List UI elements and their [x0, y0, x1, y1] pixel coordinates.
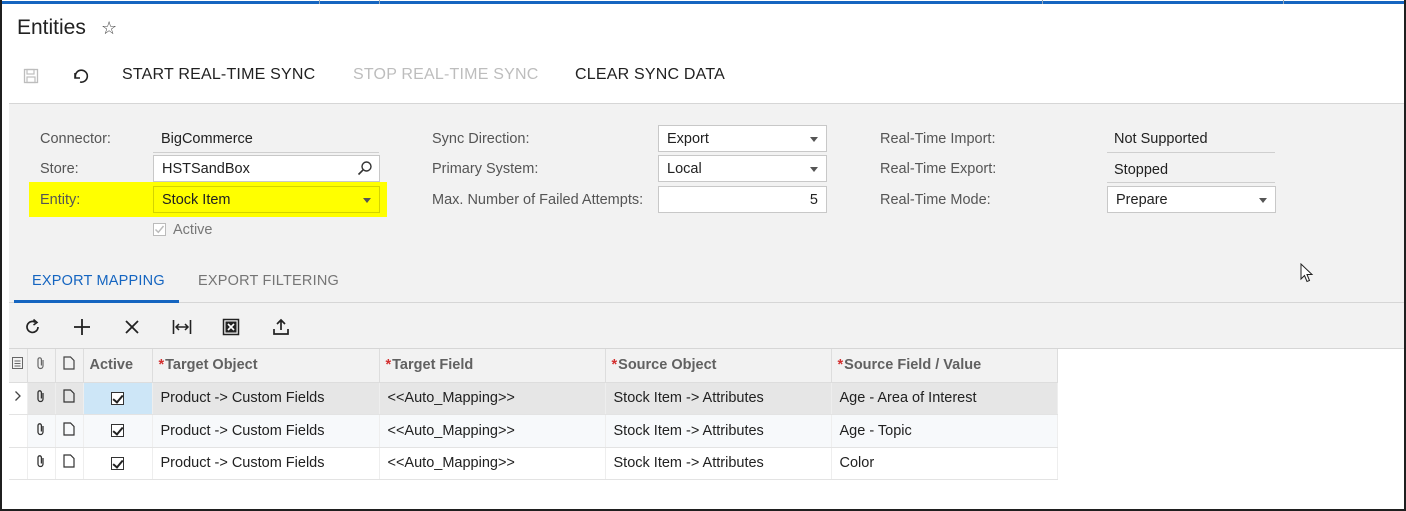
active-checkbox[interactable] — [83, 414, 153, 448]
dropdown-caret-icon — [810, 137, 818, 142]
active-label: Active — [173, 222, 213, 238]
file-icon[interactable] — [55, 414, 84, 448]
source-field-cell[interactable]: Age - Topic — [831, 414, 1058, 448]
dropdown-caret-icon — [363, 198, 371, 203]
table-row[interactable]: Product -> Custom Fields <<Auto_Mapping>… — [9, 447, 1058, 480]
source-object-cell[interactable]: Stock Item -> Attributes — [605, 447, 832, 480]
page-title: Entities — [17, 16, 86, 39]
file-icon[interactable] — [55, 382, 84, 415]
rt-export-label: Real-Time Export: — [880, 161, 997, 177]
target-object-cell[interactable]: Product -> Custom Fields — [152, 414, 380, 448]
save-icon[interactable] — [21, 66, 41, 86]
target-field-cell[interactable]: <<Auto_Mapping>> — [379, 447, 606, 480]
rt-import-value: Not Supported — [1114, 131, 1208, 147]
entity-label: Entity: — [40, 192, 81, 208]
active-checkbox[interactable] — [83, 382, 153, 415]
notes-header[interactable] — [9, 349, 28, 383]
store-value: HSTSandBox — [162, 161, 250, 177]
source-field-cell[interactable]: Color — [831, 447, 1058, 480]
grid-toolbar — [9, 303, 1404, 349]
entity-value: Stock Item — [162, 192, 231, 208]
source-object-column-header[interactable]: *Source Object — [605, 349, 832, 383]
store-field[interactable]: HSTSandBox — [153, 155, 380, 182]
tab-export-filtering[interactable]: EXPORT FILTERING — [198, 273, 339, 289]
table-row[interactable]: Product -> Custom Fields <<Auto_Mapping>… — [9, 382, 1058, 415]
connector-label: Connector: — [40, 131, 111, 147]
max-failed-attempts-value: 5 — [809, 192, 818, 208]
rt-mode-label: Real-Time Mode: — [880, 192, 991, 208]
sync-direction-select[interactable]: Export — [658, 125, 827, 152]
target-object-cell[interactable]: Product -> Custom Fields — [152, 382, 380, 415]
active-checkbox[interactable] — [83, 447, 153, 480]
target-object-cell[interactable]: Product -> Custom Fields — [152, 447, 380, 480]
target-object-column-header[interactable]: *Target Object — [152, 349, 380, 383]
rt-export-value: Stopped — [1114, 162, 1169, 178]
rt-mode-value: Prepare — [1116, 192, 1168, 208]
attachment-icon[interactable] — [27, 414, 56, 448]
source-field-cell[interactable]: Age - Area of Interest — [831, 382, 1058, 415]
grid-header-row: Active *Target Object *Target Field *Sou… — [9, 349, 1058, 383]
primary-system-select[interactable]: Local — [658, 155, 827, 182]
add-icon[interactable] — [71, 317, 93, 337]
expand-row-icon[interactable] — [9, 382, 28, 415]
target-field-cell[interactable]: <<Auto_Mapping>> — [379, 382, 606, 415]
entity-select[interactable]: Stock Item — [153, 186, 380, 213]
source-object-cell[interactable]: Stock Item -> Attributes — [605, 382, 832, 415]
stop-real-time-sync-button[interactable]: STOP REAL-TIME SYNC — [353, 66, 538, 84]
attachment-icon[interactable] — [27, 382, 56, 415]
target-field-column-header[interactable]: *Target Field — [379, 349, 606, 383]
primary-system-value: Local — [667, 161, 702, 177]
mapping-grid: Active *Target Object *Target Field *Sou… — [9, 349, 1058, 480]
source-object-cell[interactable]: Stock Item -> Attributes — [605, 414, 832, 448]
active-checkbox[interactable] — [153, 223, 166, 236]
refresh-icon[interactable] — [22, 317, 44, 337]
main-toolbar: START REAL-TIME SYNC STOP REAL-TIME SYNC… — [0, 60, 1406, 92]
upload-icon[interactable] — [270, 317, 292, 337]
active-column-header[interactable]: Active — [83, 349, 153, 383]
source-field-column-header[interactable]: *Source Field / Value — [831, 349, 1058, 383]
attachments-header[interactable] — [27, 349, 56, 383]
max-failed-attempts-label: Max. Number of Failed Attempts: — [432, 192, 644, 208]
notes-icon — [12, 357, 24, 370]
dropdown-caret-icon — [810, 167, 818, 172]
file-icon — [63, 356, 75, 370]
attachment-icon[interactable] — [27, 447, 56, 480]
connector-value: BigCommerce — [161, 131, 253, 147]
table-row[interactable]: Product -> Custom Fields <<Auto_Mapping>… — [9, 414, 1058, 448]
search-icon[interactable] — [357, 160, 373, 180]
files-header[interactable] — [55, 349, 84, 383]
sync-direction-label: Sync Direction: — [432, 131, 530, 147]
excel-export-icon[interactable] — [220, 317, 242, 337]
undo-icon[interactable] — [71, 66, 91, 86]
store-label: Store: — [40, 161, 79, 177]
primary-system-label: Primary System: — [432, 161, 539, 177]
mouse-cursor-icon — [1300, 262, 1314, 288]
file-icon[interactable] — [55, 447, 84, 480]
rt-mode-select[interactable]: Prepare — [1107, 186, 1276, 213]
max-failed-attempts-input[interactable]: 5 — [658, 186, 827, 213]
clear-sync-data-button[interactable]: CLEAR SYNC DATA — [575, 66, 725, 84]
delete-icon[interactable] — [121, 317, 143, 337]
rt-import-label: Real-Time Import: — [880, 131, 996, 147]
target-field-cell[interactable]: <<Auto_Mapping>> — [379, 414, 606, 448]
start-real-time-sync-button[interactable]: START REAL-TIME SYNC — [122, 66, 315, 84]
star-icon[interactable]: ☆ — [101, 18, 117, 39]
fit-width-icon[interactable] — [171, 317, 193, 337]
dropdown-caret-icon — [1259, 198, 1267, 203]
attachment-icon — [37, 357, 44, 370]
sync-direction-value: Export — [667, 131, 709, 147]
tab-export-mapping[interactable]: EXPORT MAPPING — [32, 273, 165, 289]
